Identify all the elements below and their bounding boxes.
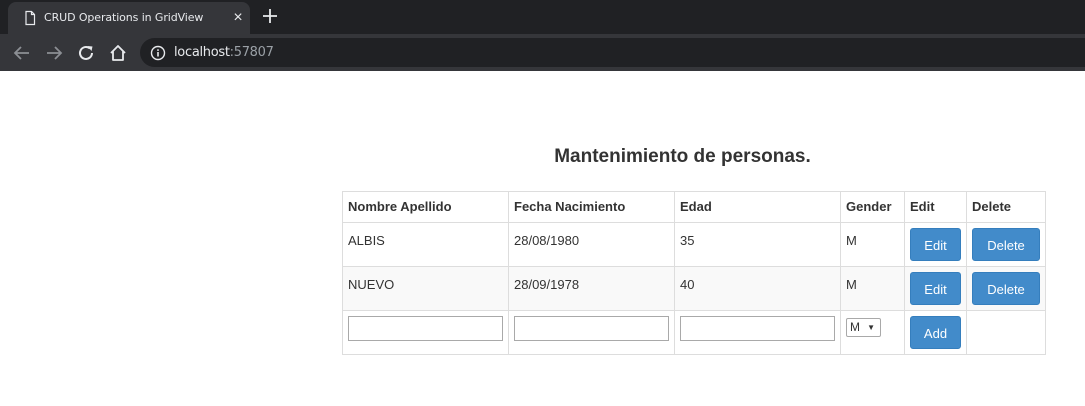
reload-icon[interactable]: [75, 42, 97, 64]
col-header-delete: Delete: [966, 191, 1046, 223]
cell-delete: Delete: [966, 266, 1046, 311]
add-button[interactable]: Add: [910, 316, 961, 349]
new-age-input[interactable]: [680, 316, 835, 341]
col-header-gender: Gender: [840, 191, 905, 223]
table-row: NUEVO 28/09/1978 40 M Edit Delete: [342, 266, 1046, 311]
col-header-edit: Edit: [904, 191, 967, 223]
cell-age: 40: [674, 266, 841, 311]
home-icon[interactable]: [107, 42, 129, 64]
browser-tab[interactable]: CRUD Operations in GridView ×: [8, 2, 250, 34]
delete-button[interactable]: Delete: [972, 228, 1040, 261]
cell-edit: Edit: [904, 222, 967, 267]
gender-select[interactable]: M ▼: [846, 318, 881, 337]
cell-add: Add: [904, 310, 967, 355]
delete-button[interactable]: Delete: [972, 272, 1040, 305]
cell-new-gender: M ▼: [840, 310, 905, 355]
address-bar[interactable]: localhost:57807: [140, 38, 1085, 67]
browser-tab-strip: CRUD Operations in GridView ×: [0, 0, 1085, 34]
cell-new-age: [674, 310, 841, 355]
edit-button[interactable]: Edit: [910, 272, 961, 305]
edit-button[interactable]: Edit: [910, 228, 961, 261]
cell-age: 35: [674, 222, 841, 267]
url-port: :57807: [229, 45, 274, 60]
dropdown-caret-icon: ▼: [867, 323, 875, 332]
cell-name: NUEVO: [342, 266, 509, 311]
col-header-name: Nombre Apellido: [342, 191, 509, 223]
forward-icon[interactable]: [43, 42, 65, 64]
insert-row: M ▼ Add: [342, 310, 1046, 355]
cell-birth: 28/09/1978: [508, 266, 675, 311]
cell-empty: [966, 310, 1046, 355]
persons-grid: Nombre Apellido Fecha Nacimiento Edad Ge…: [342, 191, 1046, 355]
new-birth-input[interactable]: [514, 316, 669, 341]
page-content: Mantenimiento de personas. Nombre Apelli…: [0, 71, 1085, 406]
cell-gender: M: [840, 266, 905, 311]
cell-new-name: [342, 310, 509, 355]
col-header-age: Edad: [674, 191, 841, 223]
page-title: Mantenimiento de personas.: [554, 146, 811, 167]
header-row: Nombre Apellido Fecha Nacimiento Edad Ge…: [342, 191, 1046, 223]
url-host: localhost: [174, 45, 230, 60]
document-icon: [25, 10, 36, 26]
table-row: ALBIS 28/08/1980 35 M Edit Delete: [342, 222, 1046, 267]
close-tab-icon[interactable]: ×: [230, 10, 246, 26]
url-text[interactable]: localhost:57807: [174, 45, 274, 60]
cell-name: ALBIS: [342, 222, 509, 267]
back-icon[interactable]: [11, 42, 33, 64]
gender-select-value: M: [850, 320, 860, 334]
cell-gender: M: [840, 222, 905, 267]
tab-title: CRUD Operations in GridView: [44, 11, 204, 24]
new-name-input[interactable]: [348, 316, 503, 341]
cell-delete: Delete: [966, 222, 1046, 267]
new-tab-icon[interactable]: [260, 6, 280, 26]
browser-toolbar: localhost:57807: [0, 34, 1085, 71]
info-icon[interactable]: [150, 45, 166, 61]
col-header-birth: Fecha Nacimiento: [508, 191, 675, 223]
cell-birth: 28/08/1980: [508, 222, 675, 267]
cell-edit: Edit: [904, 266, 967, 311]
cell-new-birth: [508, 310, 675, 355]
